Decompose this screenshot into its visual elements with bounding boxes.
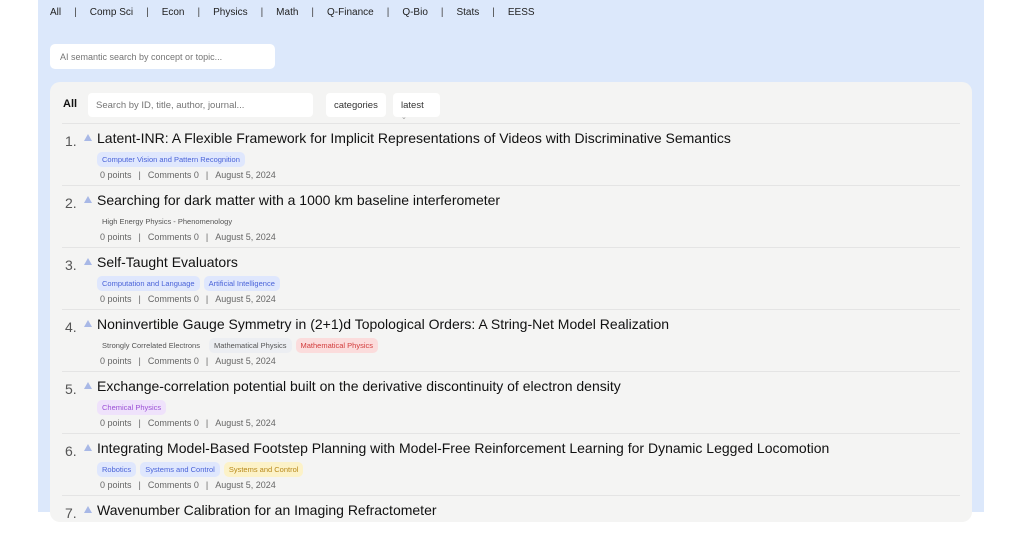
sort-label: latest: [401, 100, 424, 111]
date: August 5, 2024: [215, 480, 276, 490]
comments-link[interactable]: Comments 0: [148, 232, 199, 242]
nav-separator: |: [260, 7, 264, 18]
paper-meta: 0 points | Comments 0 | August 5, 2024: [100, 480, 276, 490]
nav-separator: |: [146, 7, 149, 18]
nav-separator: |: [386, 7, 390, 18]
rank-number: 7.: [65, 505, 77, 521]
upvote-icon[interactable]: [84, 444, 92, 451]
upvote-icon[interactable]: [84, 320, 92, 327]
category-nav: All | Comp Sci | Econ | Physics | Math | Q-Finance…: [50, 7, 535, 18]
paper-row: 4. Noninvertible Gauge Symmetry in (2+1)…: [62, 310, 960, 372]
page-container: All | Comp Sci | Econ | Physics | Math | Q-Finance…: [38, 0, 984, 522]
date: August 5, 2024: [215, 232, 276, 242]
points: 0 points: [100, 294, 132, 304]
date: August 5, 2024: [215, 294, 276, 304]
rank-number: 3.: [65, 257, 77, 273]
nav-item[interactable]: Physics: [213, 7, 247, 18]
paper-title-link[interactable]: Self-Taught Evaluators: [97, 254, 238, 270]
date: August 5, 2024: [215, 418, 276, 428]
comments-link[interactable]: Comments 0: [148, 170, 199, 180]
comments-link[interactable]: Comments 0: [148, 480, 199, 490]
points: 0 points: [100, 418, 132, 428]
nav-item[interactable]: Econ: [162, 7, 185, 18]
nav-item[interactable]: All: [50, 7, 61, 18]
rank-number: 5.: [65, 381, 77, 397]
nav-item[interactable]: Q-Bio: [402, 7, 428, 18]
category-tag[interactable]: Systems and Control: [223, 462, 304, 477]
paper-meta: 0 points | Comments 0 | August 5, 2024: [100, 356, 276, 366]
paper-title-link[interactable]: Wavenumber Calibration for an Imaging Re…: [97, 502, 437, 518]
category-tag[interactable]: Mathematical Physics: [295, 338, 379, 353]
category-tag[interactable]: Computer Vision and Pattern Recognition: [97, 152, 245, 167]
paper-meta: 0 points | Comments 0 | August 5, 2024: [100, 418, 276, 428]
comments-link[interactable]: Comments 0: [148, 294, 199, 304]
tag-list: Strongly Correlated Electrons Mathematica…: [97, 338, 379, 353]
category-tag[interactable]: Artificial Intelligence: [203, 276, 280, 291]
points: 0 points: [100, 356, 132, 366]
nav-separator: |: [74, 7, 77, 18]
tag-list: High Energy Physics - Phenomenology: [97, 214, 237, 229]
chevron-down-icon: ⌄: [401, 114, 407, 121]
nav-item[interactable]: Q-Finance: [327, 7, 374, 18]
tag-list: Chemical Physics: [97, 400, 167, 415]
nav-item[interactable]: Stats: [456, 7, 479, 18]
points: 0 points: [100, 232, 132, 242]
paper-row: 7. Wavenumber Calibration for an Imaging…: [62, 496, 960, 558]
paper-title-link[interactable]: Latent-INR: A Flexible Framework for Imp…: [97, 130, 731, 146]
category-tag[interactable]: Chemical Physics: [97, 400, 167, 415]
tag-list: Robotics Systems and Control Systems and C…: [97, 462, 304, 477]
categories-button[interactable]: categories: [326, 93, 386, 117]
ai-semantic-search-input[interactable]: [50, 44, 275, 69]
nav-separator: |: [440, 7, 444, 18]
rank-number: 1.: [65, 133, 77, 149]
upvote-icon[interactable]: [84, 382, 92, 389]
nav-item[interactable]: Math: [276, 7, 298, 18]
paper-row: 5. Exchange-correlation potential built …: [62, 372, 960, 434]
rank-number: 4.: [65, 319, 77, 335]
paper-title-link[interactable]: Integrating Model-Based Footstep Plannin…: [97, 440, 829, 456]
nav-separator: |: [492, 7, 495, 18]
sort-dropdown[interactable]: latest ⌄: [393, 93, 440, 121]
date: August 5, 2024: [215, 170, 276, 180]
paper-list-card: All categories latest ⌄ 1. Latent-INR: A…: [50, 82, 972, 522]
comments-link[interactable]: Comments 0: [148, 356, 199, 366]
paper-title-link[interactable]: Noninvertible Gauge Symmetry in (2+1)d T…: [97, 316, 669, 332]
paper-row: 6. Integrating Model-Based Footstep Plan…: [62, 434, 960, 496]
category-tag[interactable]: Systems and Control: [140, 462, 220, 477]
category-tag[interactable]: Computation and Language: [97, 276, 200, 291]
category-tag[interactable]: Robotics: [97, 462, 137, 477]
paper-row: 3. Self-Taught Evaluators Computation an…: [62, 248, 960, 310]
upvote-icon[interactable]: [84, 134, 92, 141]
paper-meta: 0 points | Comments 0 | August 5, 2024: [100, 170, 276, 180]
date: August 5, 2024: [215, 356, 276, 366]
category-tag[interactable]: Mathematical Physics: [208, 338, 292, 353]
nav-item[interactable]: EESS: [508, 7, 535, 18]
category-tag[interactable]: Strongly Correlated Electrons: [97, 338, 205, 353]
upvote-icon[interactable]: [84, 258, 92, 265]
paper-title-link[interactable]: Searching for dark matter with a 1000 km…: [97, 192, 500, 208]
filter-all-label: All: [63, 98, 78, 110]
nav-separator: |: [197, 7, 201, 18]
paper-title-link[interactable]: Exchange-correlation potential built on …: [97, 378, 621, 394]
paper-row: 2. Searching for dark matter with a 1000…: [62, 186, 960, 248]
paper-meta: 0 points | Comments 0 | August 5, 2024: [100, 294, 276, 304]
rank-number: 2.: [65, 195, 77, 211]
upvote-icon[interactable]: [84, 196, 92, 203]
nav-separator: |: [311, 7, 315, 18]
nav-item[interactable]: Comp Sci: [90, 7, 133, 18]
paper-row: 1. Latent-INR: A Flexible Framework for …: [62, 124, 960, 186]
category-tag[interactable]: High Energy Physics - Phenomenology: [97, 214, 237, 229]
points: 0 points: [100, 480, 132, 490]
paper-meta: 0 points | Comments 0 | August 5, 2024: [100, 232, 276, 242]
paper-search-input[interactable]: [88, 93, 313, 117]
points: 0 points: [100, 170, 132, 180]
tag-list: Computer Vision and Pattern Recognition: [97, 152, 245, 167]
comments-link[interactable]: Comments 0: [148, 418, 199, 428]
tag-list: Computation and Language Artificial Intel…: [97, 276, 280, 291]
rank-number: 6.: [65, 443, 77, 459]
